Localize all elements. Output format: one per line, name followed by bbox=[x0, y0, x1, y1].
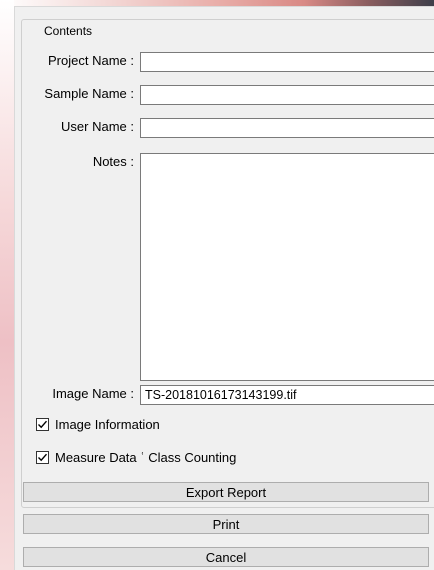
user-name-input[interactable] bbox=[140, 118, 434, 138]
user-name-label: User Name : bbox=[61, 119, 134, 134]
notes-label: Notes : bbox=[92, 154, 134, 169]
measure-data-option[interactable]: Measure Data ʿ Class Counting bbox=[36, 448, 236, 466]
measure-data-checkbox[interactable] bbox=[36, 450, 49, 464]
report-dialog: Contents Project Name : Sample Name : Us… bbox=[14, 6, 434, 570]
notes-textarea[interactable] bbox=[140, 153, 434, 381]
contents-group: Contents Project Name : Sample Name : Us… bbox=[21, 19, 434, 508]
sample-name-label: Sample Name : bbox=[44, 86, 134, 101]
print-button[interactable]: Print bbox=[23, 514, 429, 534]
cancel-button[interactable]: Cancel bbox=[23, 547, 429, 567]
image-name-label: Image Name : bbox=[52, 386, 134, 401]
image-information-label: Image Information bbox=[55, 416, 160, 432]
measure-data-label: Measure Data ʿ Class Counting bbox=[55, 449, 237, 465]
image-name-input[interactable]: TS-20181016173143199.tif bbox=[140, 385, 434, 405]
project-name-input[interactable] bbox=[140, 52, 434, 72]
contents-group-title: Contents bbox=[40, 24, 97, 38]
image-information-checkbox[interactable] bbox=[36, 417, 49, 431]
export-report-button[interactable]: Export Report bbox=[23, 482, 429, 502]
sample-name-input[interactable] bbox=[140, 85, 434, 105]
checkmark-icon bbox=[38, 453, 48, 461]
checkmark-icon bbox=[38, 420, 48, 428]
background-edge bbox=[0, 0, 14, 570]
project-name-label: Project Name : bbox=[48, 53, 134, 68]
image-information-option[interactable]: Image Information bbox=[36, 415, 160, 433]
